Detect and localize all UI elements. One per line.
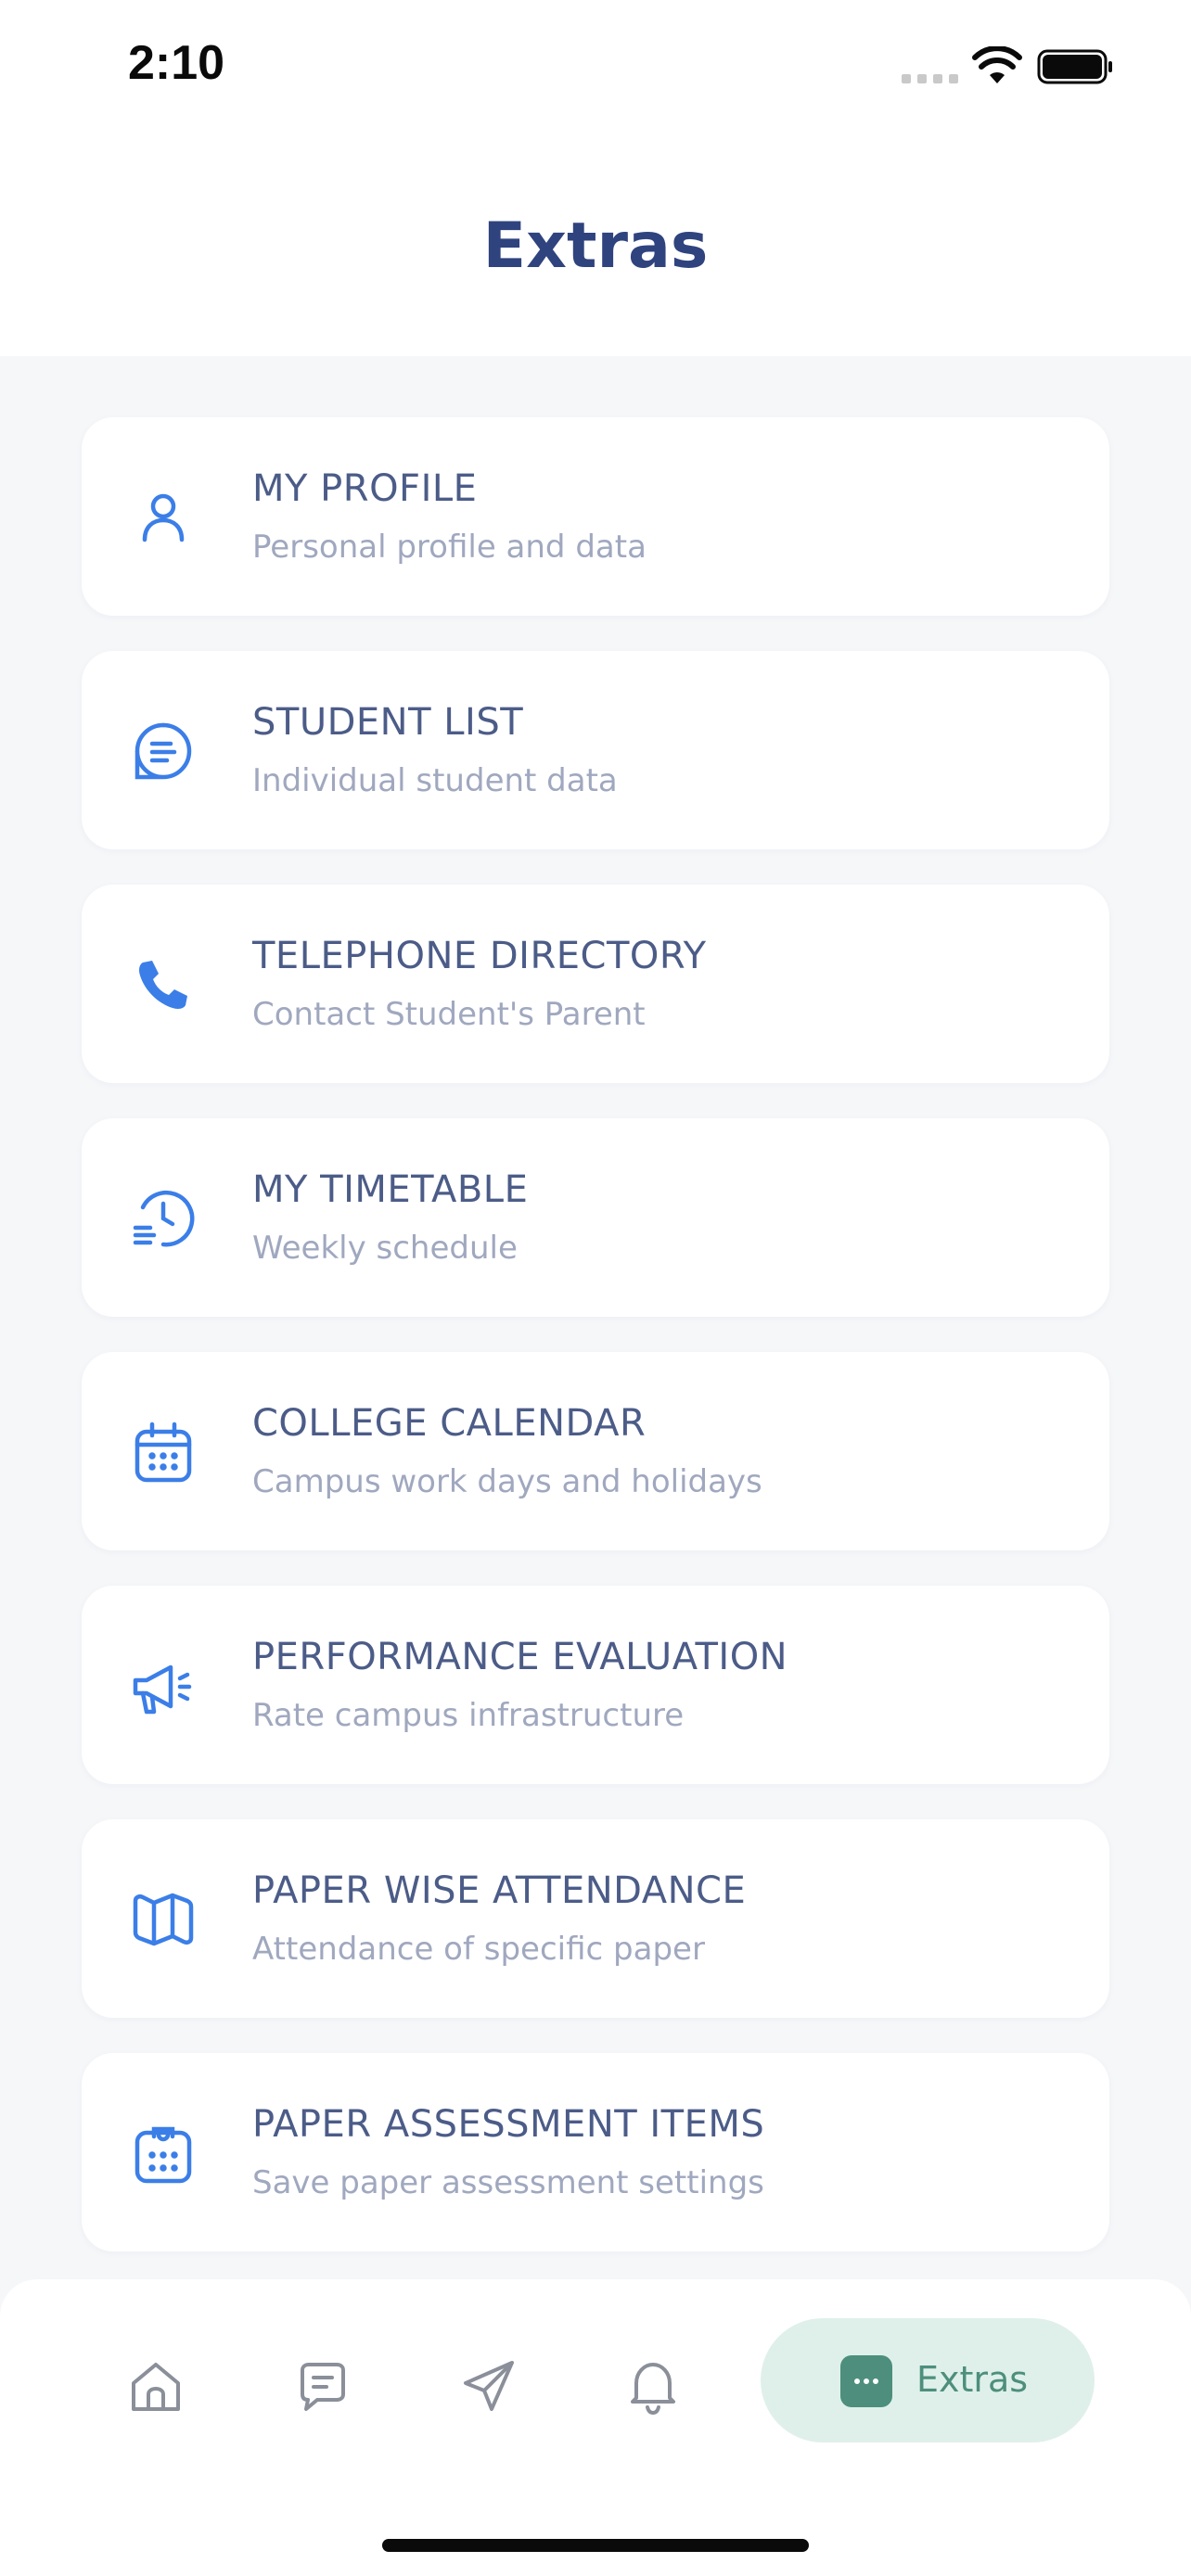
- menu-item-title: PAPER ASSESSMENT ITEMS: [252, 2103, 765, 2146]
- home-indicator: [382, 2539, 809, 2552]
- menu-item-college-calendar[interactable]: COLLEGE CALENDAR Campus work days and ho…: [82, 1352, 1109, 1550]
- map-icon: [130, 1886, 197, 1953]
- calendar-icon: [130, 1419, 197, 1486]
- tab-notifications[interactable]: [620, 2353, 686, 2420]
- menu-item-subtitle: Rate campus infrastructure: [252, 1697, 685, 1734]
- page-header: Extras: [0, 139, 1191, 356]
- status-bar: 2:10: [0, 0, 1191, 139]
- menu-item-my-profile[interactable]: MY PROFILE Personal profile and data: [82, 417, 1109, 616]
- menu-item-title: MY PROFILE: [252, 467, 478, 510]
- extras-menu-list: MY PROFILE Personal profile and data STU…: [82, 417, 1109, 2287]
- send-icon: [464, 2361, 514, 2411]
- menu-item-performance-evaluation[interactable]: PERFORMANCE EVALUATION Rate campus infra…: [82, 1586, 1109, 1784]
- cellular-signal-icon: [902, 74, 958, 83]
- menu-item-student-list[interactable]: STUDENT LIST Individual student data: [82, 651, 1109, 849]
- menu-item-title: COLLEGE CALENDAR: [252, 1402, 647, 1445]
- menu-item-subtitle: Contact Student's Parent: [252, 996, 646, 1033]
- menu-item-subtitle: Individual student data: [252, 762, 618, 799]
- clipboard-icon: [130, 2120, 197, 2187]
- more-dots-icon: [840, 2355, 892, 2407]
- chat-icon: [301, 2363, 345, 2411]
- menu-item-telephone-directory[interactable]: TELEPHONE DIRECTORY Contact Student's Pa…: [82, 885, 1109, 1083]
- clock-list-icon: [130, 1185, 197, 1252]
- menu-item-subtitle: Personal profile and data: [252, 529, 647, 566]
- user-icon: [130, 484, 197, 551]
- tab-home[interactable]: [122, 2353, 189, 2420]
- menu-item-title: MY TIMETABLE: [252, 1168, 529, 1211]
- menu-item-title: PAPER WISE ATTENDANCE: [252, 1869, 747, 1912]
- menu-item-my-timetable[interactable]: MY TIMETABLE Weekly schedule: [82, 1118, 1109, 1317]
- megaphone-icon: [130, 1652, 197, 1719]
- tab-messages[interactable]: [289, 2353, 356, 2420]
- menu-item-paper-assessment-items[interactable]: PAPER ASSESSMENT ITEMS Save paper assess…: [82, 2053, 1109, 2251]
- menu-item-paper-wise-attendance[interactable]: PAPER WISE ATTENDANCE Attendance of spec…: [82, 1819, 1109, 2018]
- menu-item-subtitle: Campus work days and holidays: [252, 1463, 762, 1500]
- menu-item-title: TELEPHONE DIRECTORY: [252, 935, 707, 977]
- wifi-icon: [972, 46, 1022, 83]
- tab-extras-label: Extras: [916, 2359, 1029, 2400]
- menu-item-title: STUDENT LIST: [252, 701, 524, 744]
- tab-send[interactable]: [456, 2353, 523, 2420]
- battery-icon: [1037, 49, 1112, 84]
- home-icon: [132, 2363, 180, 2411]
- phone-icon: [130, 951, 197, 1018]
- page-title: Extras: [482, 210, 709, 283]
- menu-item-subtitle: Save paper assessment settings: [252, 2164, 764, 2201]
- status-time: 2:10: [128, 36, 225, 90]
- list-bubble-icon: [130, 718, 197, 784]
- menu-item-title: PERFORMANCE EVALUATION: [252, 1636, 788, 1678]
- tab-extras[interactable]: Extras: [761, 2318, 1095, 2442]
- menu-item-subtitle: Weekly schedule: [252, 1230, 518, 1267]
- bottom-tab-bar: Extras: [0, 2279, 1191, 2576]
- menu-item-subtitle: Attendance of specific paper: [252, 1931, 705, 1968]
- bell-icon: [631, 2363, 675, 2415]
